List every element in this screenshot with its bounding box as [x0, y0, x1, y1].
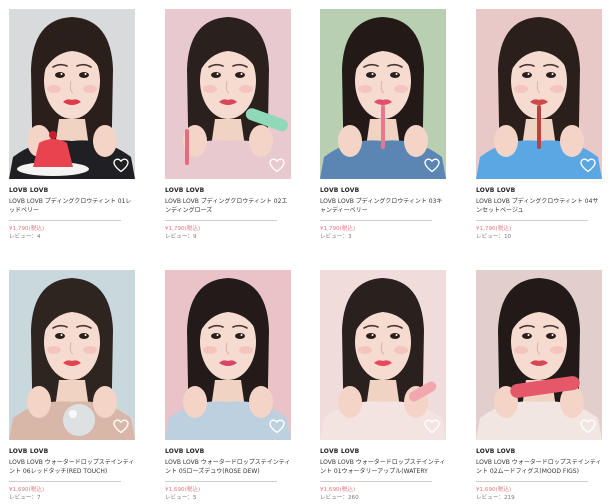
product-brand: LOVB LOVB: [165, 448, 205, 455]
divider: [9, 220, 121, 221]
heart-outline-icon[interactable]: [424, 419, 440, 434]
product-price: ¥1,690(税込): [476, 487, 512, 493]
divider: [165, 220, 277, 221]
product-card[interactable]: LOVB LOVB LOVB LOVB ウォータードロップステインティント 05ロ…: [165, 270, 291, 503]
model-photo: [320, 270, 446, 440]
product-image[interactable]: [320, 270, 446, 440]
product-grid: LOVB LOVB LOVB LOVB プディングクロウティント 01レッドベリー…: [0, 0, 610, 504]
product-brand: LOVB LOVB: [9, 448, 49, 455]
product-price: ¥1,690(税込): [165, 487, 201, 493]
eye: [211, 72, 221, 78]
product-card[interactable]: LOVB LOVB LOVB LOVB ウォータードロップステインティント 01ウ…: [320, 270, 446, 503]
product-name-link[interactable]: LOVB LOVB ウォータードロップステインティント 05ローズデュウ(ROS…: [165, 458, 291, 476]
applicator: [185, 129, 189, 165]
heart-outline-icon[interactable]: [113, 419, 129, 434]
eye: [546, 72, 556, 78]
product-image[interactable]: [9, 9, 135, 179]
product-name-link[interactable]: LOVB LOVB ウォータードロップステインティント 01ウォータリーアップル…: [320, 458, 446, 476]
review-count[interactable]: レビュー：219: [476, 494, 602, 503]
product-price: ¥1,690(税込): [320, 487, 356, 493]
product-image[interactable]: [476, 270, 602, 440]
model-photo: [9, 9, 135, 179]
eye: [390, 72, 400, 78]
eye: [366, 333, 376, 339]
review-count[interactable]: レビュー：10: [476, 233, 602, 242]
product-brand: LOVB LOVB: [476, 187, 516, 194]
review-count[interactable]: レビュー：4: [9, 233, 135, 242]
eye: [79, 333, 89, 339]
product-name-link[interactable]: LOVB LOVB プディングクロウティント 03キャンディーベリー: [320, 197, 446, 215]
product-name-link[interactable]: LOVB LOVB プディングクロウティント 02エンディングローズ: [165, 197, 291, 215]
eye: [235, 72, 245, 78]
heart-outline-icon[interactable]: [424, 158, 440, 173]
product-card[interactable]: LOVB LOVB LOVB LOVB プディングクロウティント 02エンディング…: [165, 9, 291, 242]
heart-outline-icon[interactable]: [269, 419, 285, 434]
divider: [320, 481, 432, 482]
eye: [390, 333, 400, 339]
eye: [366, 72, 376, 78]
product-card[interactable]: LOVB LOVB LOVB LOVB プディングクロウティント 01レッドベリー…: [9, 9, 135, 242]
heart-outline-icon[interactable]: [113, 158, 129, 173]
tint-wand: [537, 105, 541, 149]
product-card[interactable]: LOVB LOVB LOVB LOVB プディングクロウティント 03キャンディー…: [320, 9, 446, 242]
model-photo: [476, 270, 602, 440]
product-price: ¥1,690(税込): [9, 487, 45, 493]
model-photo: [320, 9, 446, 179]
product-name-link[interactable]: LOVB LOVB ウォータードロップステインティント 06レッドタッチ(RED…: [9, 458, 135, 476]
divider: [320, 220, 432, 221]
review-count[interactable]: レビュー：260: [320, 494, 446, 503]
eye: [522, 333, 532, 339]
product-image[interactable]: [165, 270, 291, 440]
product-image[interactable]: [320, 9, 446, 179]
product-name-link[interactable]: LOVB LOVB ウォータードロップステインティント 02ムードフィグス(MO…: [476, 458, 602, 476]
tint-wand: [381, 105, 385, 149]
eye: [235, 333, 245, 339]
eye: [79, 72, 89, 78]
product-brand: LOVB LOVB: [320, 187, 360, 194]
product-price: ¥1,790(税込): [9, 226, 45, 232]
product-brand: LOVB LOVB: [9, 187, 49, 194]
heart-outline-icon[interactable]: [580, 419, 596, 434]
product-image[interactable]: [165, 9, 291, 179]
divider: [476, 220, 588, 221]
eye: [546, 333, 556, 339]
product-price: ¥1,790(税込): [476, 226, 512, 232]
product-card[interactable]: LOVB LOVB LOVB LOVB ウォータードロップステインティント 02ム…: [476, 270, 602, 503]
product-price: ¥1,790(税込): [320, 226, 356, 232]
product-name-link[interactable]: LOVB LOVB プディングクロウティント 01レッドベリー: [9, 197, 135, 215]
divider: [9, 481, 121, 482]
product-price: ¥1,790(税込): [165, 226, 201, 232]
model-photo: [9, 270, 135, 440]
model-photo: [165, 9, 291, 179]
divider: [476, 481, 588, 482]
heart-outline-icon[interactable]: [269, 158, 285, 173]
product-card[interactable]: LOVB LOVB LOVB LOVB プディングクロウティント 04サンセットベ…: [476, 9, 602, 242]
model-photo: [476, 9, 602, 179]
product-image[interactable]: [476, 9, 602, 179]
eye: [522, 72, 532, 78]
product-card[interactable]: LOVB LOVB LOVB LOVB ウォータードロップステインティント 06レ…: [9, 270, 135, 503]
heart-outline-icon[interactable]: [580, 158, 596, 173]
product-image[interactable]: [9, 270, 135, 440]
product-brand: LOVB LOVB: [476, 448, 516, 455]
product-brand: LOVB LOVB: [320, 448, 360, 455]
eye: [55, 333, 65, 339]
product-brand: LOVB LOVB: [165, 187, 205, 194]
glass-orb: [63, 404, 95, 436]
review-count[interactable]: レビュー：7: [9, 494, 135, 503]
jelly-dessert: [33, 139, 73, 167]
product-name-link[interactable]: LOVB LOVB プディングクロウティント 04サンセットベージュ: [476, 197, 602, 215]
review-count[interactable]: レビュー：9: [165, 233, 291, 242]
review-count[interactable]: レビュー：3: [320, 233, 446, 242]
eye: [211, 333, 221, 339]
review-count[interactable]: レビュー：5: [165, 494, 291, 503]
eye: [55, 72, 65, 78]
model-photo: [165, 270, 291, 440]
divider: [165, 481, 277, 482]
